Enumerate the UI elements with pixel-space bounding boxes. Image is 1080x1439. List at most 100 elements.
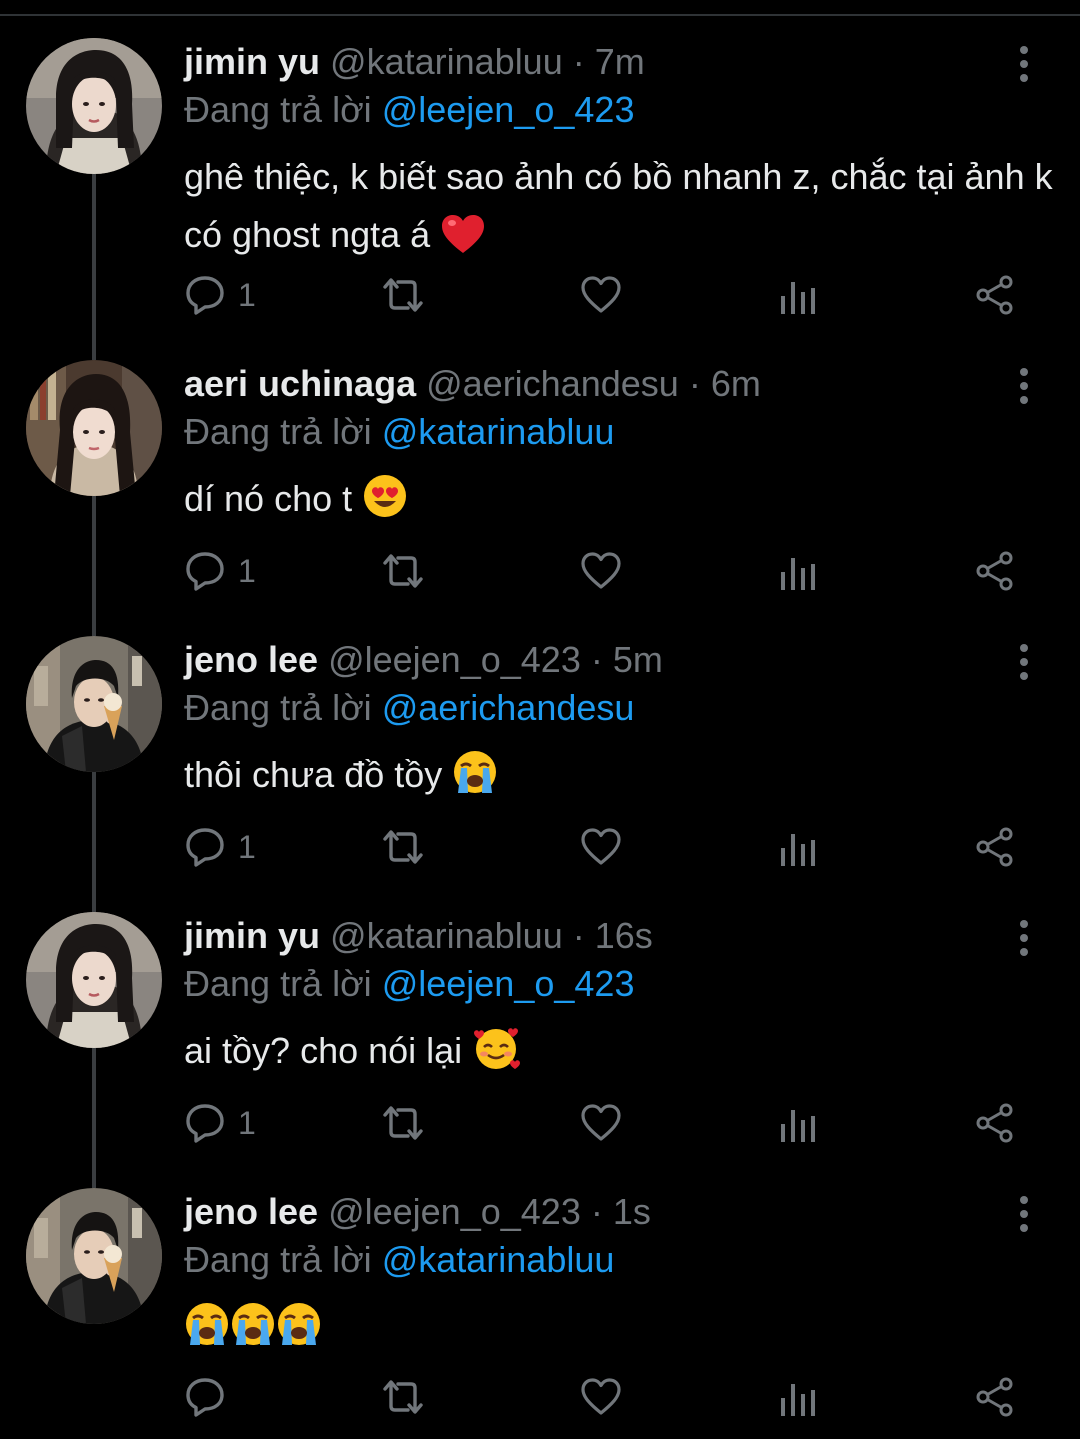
avatar[interactable] <box>26 360 162 496</box>
display-name[interactable]: jeno lee <box>184 1191 318 1232</box>
heart-outline-icon <box>581 276 621 313</box>
retweet-icon <box>383 1380 423 1414</box>
retweet-button[interactable] <box>380 548 426 594</box>
reply-button[interactable]: 1 <box>184 272 256 318</box>
more-options-button[interactable] <box>1004 642 1044 682</box>
views-button[interactable] <box>778 1374 818 1420</box>
avatar[interactable] <box>26 636 162 772</box>
like-button[interactable] <box>580 1100 622 1146</box>
speech-bubble-icon <box>186 1378 224 1417</box>
smiling-with-hearts-emoji <box>472 1025 521 1088</box>
retweet-icon <box>383 1106 423 1140</box>
timestamp[interactable]: 7m <box>595 41 645 82</box>
replying-label: Đang trả lời <box>184 1239 372 1280</box>
share-button[interactable] <box>974 548 1016 594</box>
speech-bubble-icon <box>186 1104 224 1143</box>
avatar[interactable] <box>26 1188 162 1324</box>
retweet-button[interactable] <box>380 824 426 870</box>
display-name[interactable]: aeri uchinaga <box>184 363 416 404</box>
replying-to: Đang trả lời @leejen_o_423 <box>184 962 634 1006</box>
share-button[interactable] <box>974 272 1016 318</box>
avatar[interactable] <box>26 38 162 174</box>
tweet-text-content: thôi chưa đồ tồy <box>184 754 443 795</box>
like-button[interactable] <box>580 824 622 870</box>
more-options-button[interactable] <box>1004 1194 1044 1234</box>
separator: · <box>688 363 701 404</box>
action-bar: 1 <box>184 824 1024 870</box>
more-options-button[interactable] <box>1004 366 1044 406</box>
retweet-icon <box>383 830 423 864</box>
user-handle[interactable]: @katarinabluu <box>330 915 563 956</box>
tweet-text: thôi chưa đồ tồy <box>184 746 1054 812</box>
separator: · <box>572 41 585 82</box>
vertical-dots-icon <box>1020 368 1028 404</box>
reply-button[interactable] <box>184 1374 226 1420</box>
bar-chart-icon <box>781 282 815 314</box>
share-button[interactable] <box>974 1374 1016 1420</box>
display-name[interactable]: jimin yu <box>184 41 320 82</box>
loudly-crying-emoji <box>230 1301 276 1364</box>
heart-outline-icon <box>581 828 621 865</box>
like-button[interactable] <box>580 1374 622 1420</box>
action-bar: 1 <box>184 272 1024 318</box>
tweet-text: ghê thiệc, k biết sao ảnh có bồ nhanh z,… <box>184 148 1054 272</box>
bar-chart-icon <box>781 558 815 590</box>
user-handle[interactable]: @katarinabluu <box>330 41 563 82</box>
share-button[interactable] <box>974 1100 1016 1146</box>
user-handle[interactable]: @leejen_o_423 <box>328 639 581 680</box>
share-icon <box>976 1377 1013 1417</box>
bar-chart-icon <box>781 1384 815 1416</box>
like-button[interactable] <box>580 548 622 594</box>
share-button[interactable] <box>974 824 1016 870</box>
reply-target-link[interactable]: @leejen_o_423 <box>382 963 635 1004</box>
tweet-text: ai tồy? cho nói lại <box>184 1022 1054 1088</box>
display-name[interactable]: jeno lee <box>184 639 318 680</box>
display-name[interactable]: jimin yu <box>184 915 320 956</box>
avatar[interactable] <box>26 912 162 1048</box>
user-handle[interactable]: @leejen_o_423 <box>328 1191 581 1232</box>
thread-line <box>92 1048 96 1188</box>
replying-to: Đang trả lời @aerichandesu <box>184 686 634 730</box>
views-button[interactable] <box>778 272 818 318</box>
thread-line <box>92 174 96 360</box>
timestamp[interactable]: 16s <box>595 915 653 956</box>
reply-button[interactable]: 1 <box>184 548 256 594</box>
tweet-text: dí nó cho t <box>184 470 1054 536</box>
replying-label: Đang trả lời <box>184 687 372 728</box>
vertical-dots-icon <box>1020 920 1028 956</box>
thread-line <box>92 772 96 912</box>
views-button[interactable] <box>778 824 818 870</box>
reply-target-link[interactable]: @aerichandesu <box>382 687 635 728</box>
bar-chart-icon <box>781 834 815 866</box>
more-options-button[interactable] <box>1004 918 1044 958</box>
like-button[interactable] <box>580 272 622 318</box>
reply-button[interactable]: 1 <box>184 1100 256 1146</box>
timestamp[interactable]: 1s <box>613 1191 651 1232</box>
loudly-crying-emoji <box>452 749 498 812</box>
timestamp[interactable]: 6m <box>711 363 761 404</box>
user-handle[interactable]: @aerichandesu <box>426 363 679 404</box>
red-heart-emoji <box>440 213 486 272</box>
replying-to: Đang trả lời @katarinabluu <box>184 1238 614 1282</box>
reply-button[interactable]: 1 <box>184 824 256 870</box>
retweet-button[interactable] <box>380 1100 426 1146</box>
retweet-button[interactable] <box>380 1374 426 1420</box>
separator: · <box>590 639 603 680</box>
tweet-header: jeno lee @leejen_o_423 · 5m <box>184 638 663 682</box>
speech-bubble-icon <box>186 552 224 591</box>
timestamp[interactable]: 5m <box>613 639 663 680</box>
tweet-header: jimin yu @katarinabluu · 16s <box>184 914 653 958</box>
reply-target-link[interactable]: @katarinabluu <box>382 1239 615 1280</box>
replying-to: Đang trả lời @katarinabluu <box>184 410 614 454</box>
heart-eyes-emoji <box>362 473 408 536</box>
views-button[interactable] <box>778 1100 818 1146</box>
retweet-button[interactable] <box>380 272 426 318</box>
share-icon <box>976 275 1013 315</box>
loudly-crying-emoji <box>276 1301 322 1364</box>
tweet-text <box>184 1298 1054 1364</box>
more-options-button[interactable] <box>1004 44 1044 84</box>
reply-target-link[interactable]: @leejen_o_423 <box>382 89 635 130</box>
views-button[interactable] <box>778 548 818 594</box>
reply-target-link[interactable]: @katarinabluu <box>382 411 615 452</box>
loudly-crying-emoji <box>184 1301 230 1364</box>
